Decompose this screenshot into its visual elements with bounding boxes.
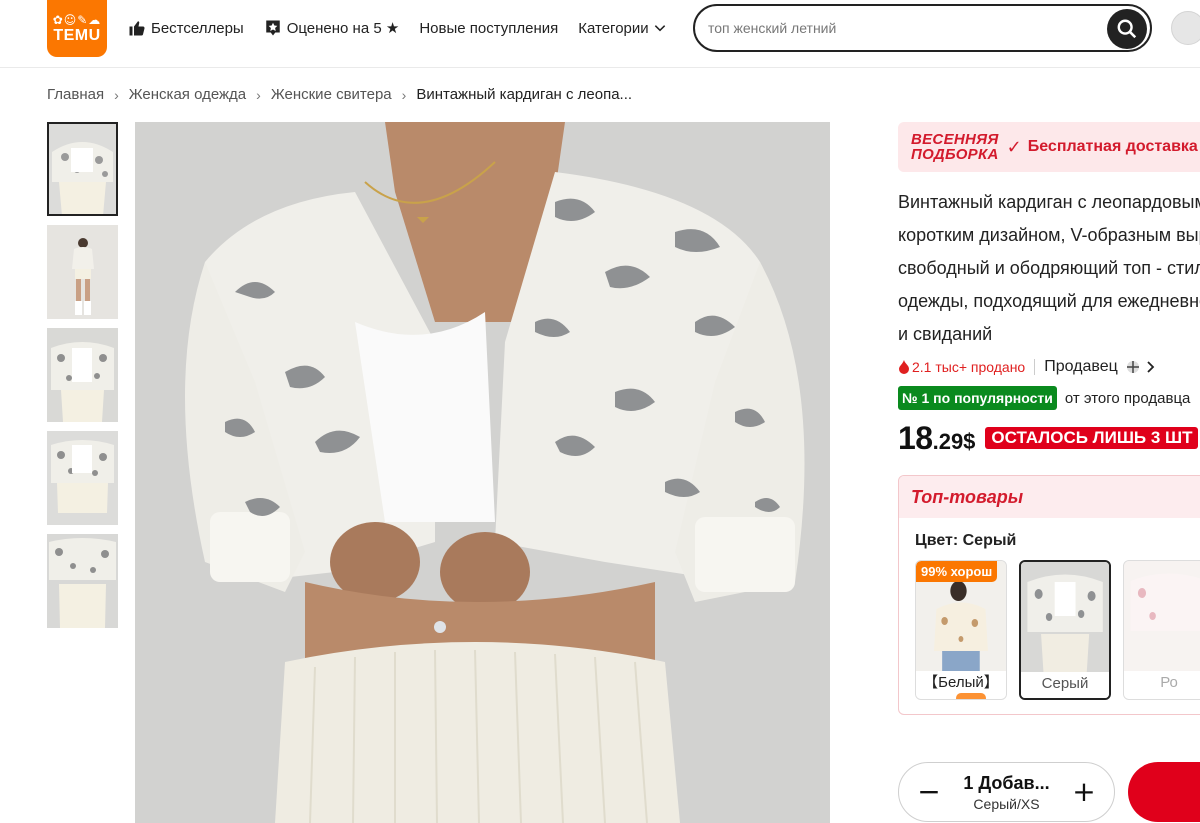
nav-new-arrivals[interactable]: Новые поступления [419,20,558,37]
price-integer: 18 [898,420,933,456]
search-icon [1117,19,1137,39]
sold-count-text: 2.1 тыс+ продано [912,359,1026,375]
top-goods-header: Топ-товары [899,476,1200,518]
breadcrumb-separator-icon: › [256,86,261,103]
thumbnail-2[interactable] [47,225,118,319]
breadcrumb-womens-sweaters[interactable]: Женские свитера [271,86,392,103]
product-title-line: свободный и ободряющий топ - стиль [898,258,1200,278]
check-icon: ✓ [1006,136,1022,157]
free-shipping-text: Бесплатная доставка [1027,138,1198,155]
chevron-down-icon [654,25,665,32]
color-selector-label: Цвет: Серый [899,518,1200,550]
swatch-label: Ро [1124,671,1200,699]
top-header: ✿☺✎☁ TEMU Бестселлеры Оценено на 5 ★ Нов… [0,0,1200,68]
top-goods-box: Топ-товары Цвет: Серый 99% хорош 【Белый】 [898,475,1200,715]
swatch-image [1020,562,1110,672]
meta-divider [1034,359,1036,375]
rating-tag: 99% хорош [916,561,998,582]
breadcrumb-home[interactable]: Главная [47,86,104,103]
product-title-line: Винтажный кардиган с леопардовым [898,192,1200,212]
breadcrumb-separator-icon: › [401,86,407,103]
seller-label: Продавец [1044,358,1118,375]
breadcrumb: Главная › Женская одежда › Женские свите… [47,86,632,103]
nav-new-arrivals-label: Новые поступления [419,19,559,37]
breadcrumb-current: Винтажный кардиган с леопа... [416,86,633,103]
product-title-line: и свиданий [898,324,993,344]
spring-promo-banner[interactable]: ВЕСЕННЯЯ ПОДБОРКА ✓ Бесплатная доставка [898,122,1200,172]
quantity-plus-button[interactable]: + [1072,778,1096,806]
popularity-rank-row: № 1 по популярности от этого продавца [898,386,1200,410]
seller-logo-icon [1126,361,1139,373]
nav-rated-five-label: Оценено на 5 ★ [286,20,400,37]
main-nav: Бестселлеры Оценено на 5 ★ Новые поступл… [128,17,687,39]
price-decimal: .29$ [932,429,976,454]
color-swatch-white[interactable]: 99% хорош 【Белый】 [915,560,1007,700]
quantity-main-text: 1 Добав... [963,772,1050,793]
product-thumbnail-image [47,431,118,525]
color-swatch-pink[interactable]: Ро [1123,560,1200,700]
promo-badge-line2: ПОДБОРКА [911,146,999,163]
thumbnail-4[interactable] [47,431,118,525]
nav-bestsellers[interactable]: Бестселлеры [128,19,244,37]
sold-count: 2.1 тыс+ продано [898,359,1025,375]
hot-tag-icon [956,693,986,699]
nav-rated-five[interactable]: Оценено на 5 ★ [264,19,400,37]
price-row: 18 .29$ ОСТАЛОСЬ ЛИШЬ 3 ШТ [898,420,1200,457]
quantity-display[interactable]: 1 Добав... Серый/XS [963,773,1049,812]
product-title-line: коротким дизайном, V-образным вырезом, [898,225,1200,245]
breadcrumb-separator-icon: › [114,86,119,103]
popularity-rank-text: от этого продавца [1064,389,1191,407]
quantity-stepper: − 1 Добав... Серый/XS + [898,762,1115,822]
chevron-right-icon [1147,361,1155,373]
product-thumbnail-image [47,328,118,422]
nav-categories-label: Категории [578,19,649,37]
thumbnail-5[interactable] [47,534,118,628]
low-stock-badge: ОСТАЛОСЬ ЛИШЬ 3 ШТ [985,427,1199,449]
search-bar [693,4,1152,52]
logo-wordmark: TEMU [53,26,101,44]
nav-categories[interactable]: Категории [578,20,666,37]
breadcrumb-womens-clothing[interactable]: Женская одежда [129,86,246,103]
promo-badge-line1: ВЕСЕННЯЯ [911,131,999,148]
thumbnail-3[interactable] [47,328,118,422]
flame-icon [899,360,909,374]
product-title: Винтажный кардиган с леопардовым коротки… [898,186,1200,351]
popularity-rank-badge[interactable]: № 1 по популярности [898,386,1057,410]
swatch-image [1124,561,1200,671]
cardigan-photo [135,122,830,823]
color-label-value: Серый [962,532,1017,549]
search-button[interactable] [1107,9,1147,49]
star-badge-icon [265,20,280,36]
spring-collection-badge: ВЕСЕННЯЯ ПОДБОРКА [911,132,999,162]
product-meta-row: 2.1 тыс+ продано Продавец [898,358,1200,376]
swatch-label: Серый [1020,672,1110,698]
quantity-variant-text: Серый/XS [973,795,1040,812]
quantity-minus-button[interactable]: − [917,778,941,806]
add-to-cart-button[interactable] [1128,762,1200,822]
logo-glyphs: ✿☺✎☁ [52,12,102,27]
product-thumbnail-image [47,534,118,628]
temu-logo[interactable]: ✿☺✎☁ TEMU [47,0,107,57]
thumbnail-strip [47,122,118,637]
product-thumbnail-image [47,122,118,216]
product-title-line: одежды, подходящий для ежедневной [898,291,1200,311]
color-label-key: Цвет: [915,532,959,549]
product-info-panel: ВЕСЕННЯЯ ПОДБОРКА ✓ Бесплатная доставка … [898,122,1200,823]
thumbs-up-icon [129,21,145,36]
product-thumbnail-image [47,225,118,319]
search-input[interactable] [708,20,1088,36]
seller-link[interactable]: Продавец [1044,358,1156,376]
color-swatches: 99% хорош 【Белый】 Серый Ро [899,550,1200,700]
user-avatar[interactable] [1171,11,1200,45]
main-product-image[interactable] [135,122,830,823]
thumbnail-1[interactable] [47,122,118,216]
nav-bestsellers-label: Бестселлеры [151,19,244,37]
color-swatch-grey[interactable]: Серый [1018,560,1112,700]
